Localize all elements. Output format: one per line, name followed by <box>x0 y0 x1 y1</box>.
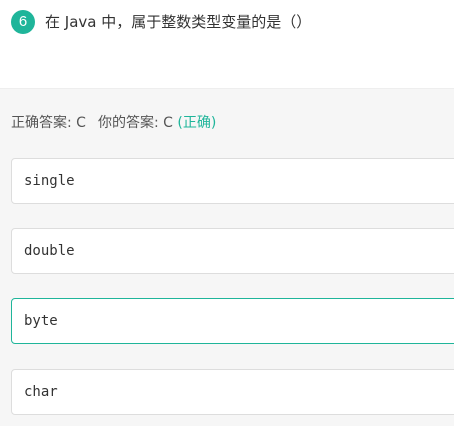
option-b[interactable]: double <box>11 228 454 274</box>
correct-answer-label: 正确答案: C <box>11 115 86 131</box>
question-text: 在 Java 中，属于整数类型变量的是（） <box>45 13 312 31</box>
option-d-label: char <box>24 384 58 400</box>
option-b-label: double <box>24 243 75 259</box>
question-number-badge: 6 <box>11 10 35 34</box>
option-a-label: single <box>24 173 75 189</box>
option-c-label: byte <box>24 313 58 329</box>
option-a[interactable]: single <box>11 158 454 204</box>
answer-result-badge: (正确) <box>177 115 217 131</box>
your-answer-label: 你的答案: C <box>97 115 173 131</box>
answer-summary: 正确答案: C 你的答案: C (正确) <box>11 113 216 133</box>
option-d[interactable]: char <box>11 369 454 415</box>
question-header: 6 在 Java 中，属于整数类型变量的是（） <box>0 0 454 88</box>
option-c[interactable]: byte <box>11 298 454 344</box>
